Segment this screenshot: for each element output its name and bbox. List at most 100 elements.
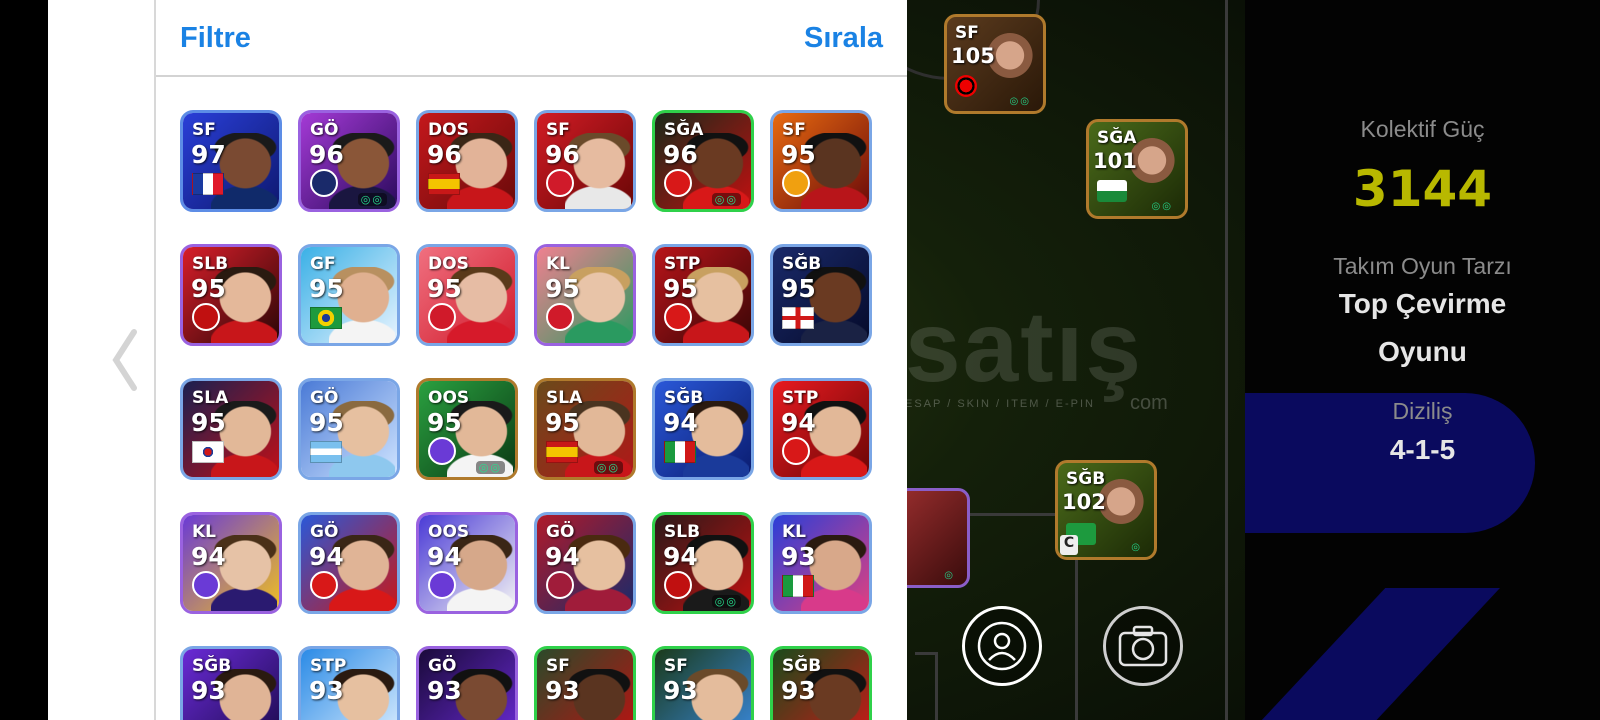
camera-button[interactable] xyxy=(1103,606,1183,686)
watermark-subtitle: ESAP / SKIN / ITEM / E-PIN xyxy=(905,398,1095,410)
pitch-player-card[interactable]: SF 105 ◎◎ xyxy=(944,14,1046,114)
player-rating: 95 xyxy=(309,408,344,437)
player-rating: 94 xyxy=(191,542,226,571)
player-rating: 95 xyxy=(781,274,816,303)
pitch-line xyxy=(1225,0,1228,720)
club-crest-milan-icon xyxy=(192,303,220,331)
player-card[interactable]: SĞA 96 ◎◎ xyxy=(652,110,754,212)
player-position: KL xyxy=(546,254,571,274)
player-rating: 93 xyxy=(781,542,816,571)
flag-en-icon xyxy=(782,307,814,329)
player-profile-button[interactable] xyxy=(962,606,1042,686)
player-rating: 96 xyxy=(309,140,344,169)
player-card[interactable]: GÖ 95 xyxy=(298,378,400,480)
formation-label: Diziliş xyxy=(1392,398,1453,424)
user-icon xyxy=(977,621,1027,671)
play-style-label: Takım Oyun Tarzı xyxy=(1333,253,1512,279)
player-selection-panel: Filtre Sırala SF 97 GÖ 96 ◎◎ DOS 96 SF 96 SĞA 96 ◎◎… xyxy=(154,0,907,720)
pitch-player-card[interactable]: SĞA 101 ◎◎ xyxy=(1086,119,1188,219)
player-card[interactable]: SF 97 xyxy=(180,110,282,212)
player-rating: 95 xyxy=(545,408,580,437)
player-rating: 95 xyxy=(191,274,226,303)
player-card[interactable]: OOS 94 xyxy=(416,512,518,614)
pitch-player-card[interactable]: SĞB 102 C ◎ xyxy=(1055,460,1157,560)
player-rating: 93 xyxy=(781,676,816,705)
filter-button[interactable]: Filtre xyxy=(180,22,251,55)
player-card[interactable]: SĞB 95 xyxy=(770,244,872,346)
skill-dots-icon: ◎◎ xyxy=(357,193,387,206)
player-card[interactable]: DOS 95 xyxy=(416,244,518,346)
team-info-panel: Kolektif Güç 3144 Takım Oyun Tarzı Top Ç… xyxy=(1245,0,1600,720)
player-card[interactable]: SF 96 xyxy=(534,110,636,212)
player-rating: 105 xyxy=(951,44,995,68)
player-card[interactable]: SF 95 xyxy=(770,110,872,212)
player-position: OOS xyxy=(428,388,470,408)
player-rating: 94 xyxy=(427,542,462,571)
club-crest-barcelona-icon xyxy=(546,571,574,599)
player-card[interactable]: KL 93 xyxy=(770,512,872,614)
player-position: SF xyxy=(546,656,570,676)
pitch-line xyxy=(915,652,937,655)
club-crest-club-icon xyxy=(192,571,220,599)
player-rating: 93 xyxy=(545,676,580,705)
formation-value: 4-1-5 xyxy=(1389,434,1456,465)
skill-dots-icon: ◎ xyxy=(944,570,955,581)
player-position: GÖ xyxy=(310,522,339,542)
player-card[interactable]: GF 95 xyxy=(298,244,400,346)
player-card[interactable]: SĞB 93 xyxy=(180,646,282,720)
player-position: SLA xyxy=(546,388,583,408)
player-position: SĞB xyxy=(664,388,704,408)
player-card[interactable]: SLB 95 xyxy=(180,244,282,346)
player-position: OOS xyxy=(428,522,470,542)
skill-dots-icon: ◎◎ xyxy=(593,461,623,474)
player-card[interactable]: STP 95 xyxy=(652,244,754,346)
player-card[interactable]: SĞB 94 xyxy=(652,378,754,480)
chevron-left-icon[interactable] xyxy=(108,328,142,392)
player-card[interactable]: KL 94 xyxy=(180,512,282,614)
player-card[interactable]: DOS 96 xyxy=(416,110,518,212)
player-card[interactable]: GÖ 96 ◎◎ xyxy=(298,110,400,212)
player-card[interactable]: OOS 95 ◎◎ xyxy=(416,378,518,480)
player-card[interactable]: SĞB 93 xyxy=(770,646,872,720)
player-position: SF xyxy=(782,120,806,140)
player-card[interactable]: GÖ 93 xyxy=(416,646,518,720)
player-position: STP xyxy=(310,656,347,676)
player-rating: 95 xyxy=(427,274,462,303)
player-card[interactable]: KL 95 xyxy=(534,244,636,346)
decor-shape xyxy=(1245,588,1500,720)
player-card[interactable]: STP 93 xyxy=(298,646,400,720)
player-position: GÖ xyxy=(546,522,575,542)
player-card[interactable]: SF 93 xyxy=(652,646,754,720)
flag-wales-icon xyxy=(1097,180,1127,202)
player-card[interactable]: STP 94 xyxy=(770,378,872,480)
player-card[interactable]: GÖ 94 xyxy=(534,512,636,614)
pitch-line xyxy=(935,652,938,720)
player-card[interactable]: SF 93 xyxy=(534,646,636,720)
player-rating: 94 xyxy=(309,542,344,571)
sort-button[interactable]: Sırala xyxy=(804,22,883,55)
player-position: SLB xyxy=(192,254,229,274)
flag-br-icon xyxy=(310,307,342,329)
player-card-grid: SF 97 GÖ 96 ◎◎ DOS 96 SF 96 SĞA 96 ◎◎ SF 95 SLB 95 GF 95 D… xyxy=(180,110,890,720)
player-rating: 94 xyxy=(663,408,698,437)
flag-ar-icon xyxy=(310,441,342,463)
player-position: GÖ xyxy=(310,388,339,408)
play-style-value: Oyunu xyxy=(1378,336,1467,367)
player-position: DOS xyxy=(428,120,469,140)
skill-dots-icon: ◎◎ xyxy=(1009,96,1031,107)
flag-it-icon xyxy=(664,441,696,463)
club-crest-pes-icon xyxy=(546,169,574,197)
player-rating: 101 xyxy=(1093,149,1137,173)
player-position: KL xyxy=(782,522,807,542)
player-card[interactable]: GÖ 94 xyxy=(298,512,400,614)
player-card[interactable]: SLA 95 xyxy=(180,378,282,480)
player-card[interactable]: SLA 95 ◎◎ xyxy=(534,378,636,480)
player-position: SĞA xyxy=(1097,128,1137,148)
club-crest-psg-icon xyxy=(310,169,338,197)
player-card[interactable]: SLB 94 ◎◎ xyxy=(652,512,754,614)
player-rating: 94 xyxy=(781,408,816,437)
player-position: SĞB xyxy=(192,656,232,676)
player-rating: 95 xyxy=(427,408,462,437)
club-crest-pes-icon xyxy=(428,303,456,331)
flag-it-icon xyxy=(782,575,814,597)
